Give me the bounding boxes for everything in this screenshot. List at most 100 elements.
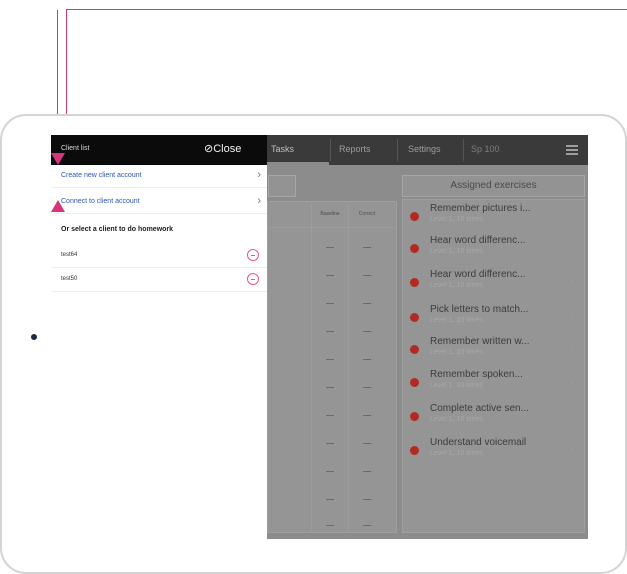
exercise-item[interactable]: Remember pictures i... Level 1, 10 times… bbox=[406, 203, 586, 233]
column-header-baseline[interactable]: Baseline bbox=[312, 211, 348, 217]
exercise-subtitle: Level 1, 10 times bbox=[430, 450, 483, 457]
chevron-right-icon: › bbox=[257, 195, 261, 207]
table-cell-dash bbox=[326, 303, 334, 304]
topbar-divider bbox=[330, 139, 331, 161]
table-cell-dash bbox=[363, 415, 371, 416]
exercise-subtitle: Level 1, 10 times bbox=[430, 317, 483, 324]
table-cell-dash bbox=[326, 443, 334, 444]
annotation-arrow-create bbox=[51, 153, 65, 165]
client-list-title: Client list bbox=[61, 145, 90, 152]
table-cell-dash bbox=[326, 415, 334, 416]
hamburger-menu-icon[interactable] bbox=[566, 145, 578, 157]
create-account-row[interactable]: Create new client account › bbox=[51, 165, 267, 188]
exercise-subtitle: Level 1, 10 times bbox=[430, 349, 483, 356]
chevron-right-icon: › bbox=[571, 312, 574, 321]
table-cell-dash bbox=[363, 331, 371, 332]
remove-exercise-icon[interactable] bbox=[410, 313, 419, 322]
exercise-subtitle: Level 1, 10 times bbox=[430, 382, 483, 389]
client-row[interactable]: test50 bbox=[51, 269, 267, 292]
task-table bbox=[267, 201, 397, 533]
table-cell-dash bbox=[326, 359, 334, 360]
chevron-right-icon: › bbox=[571, 377, 574, 386]
topbar-divider bbox=[463, 139, 464, 161]
remove-exercise-icon[interactable] bbox=[410, 212, 419, 221]
table-cell-dash bbox=[363, 387, 371, 388]
table-cell-dash bbox=[363, 247, 371, 248]
chevron-right-icon: › bbox=[571, 411, 574, 420]
table-column-divider bbox=[311, 201, 312, 533]
exercise-title: Understand voicemail bbox=[430, 437, 527, 448]
table-column-divider bbox=[348, 201, 349, 533]
search-field[interactable]: Sp 100 bbox=[471, 144, 500, 154]
assigned-exercises-header: Assigned exercises bbox=[402, 175, 585, 197]
exercise-item[interactable]: Understand voicemail Level 1, 10 times › bbox=[406, 437, 586, 467]
connect-account-row[interactable]: Connect to client account › bbox=[51, 191, 267, 214]
table-cell-dash bbox=[326, 499, 334, 500]
exercise-subtitle: Level 1, 10 times bbox=[430, 416, 483, 423]
client-name[interactable]: test64 bbox=[61, 252, 77, 258]
exercise-subtitle: Level 1, 10 times bbox=[430, 282, 483, 289]
exercise-item[interactable]: Hear word differenc... Level 1, 10 times… bbox=[406, 269, 586, 299]
exercise-title: Pick letters to match... bbox=[430, 304, 529, 315]
exercise-item[interactable]: Remember written w... Level 1, 10 times … bbox=[406, 336, 586, 366]
tab-settings[interactable]: Settings bbox=[408, 144, 441, 154]
exercise-subtitle: Level 1, 10 times bbox=[430, 216, 483, 223]
chevron-right-icon: › bbox=[571, 243, 574, 252]
exercise-item[interactable]: Pick letters to match... Level 1, 10 tim… bbox=[406, 304, 586, 334]
remove-exercise-icon[interactable] bbox=[410, 412, 419, 421]
annotation-arrow-connect bbox=[51, 200, 65, 212]
column-header-correct[interactable]: Correct bbox=[349, 211, 385, 217]
remove-exercise-icon[interactable] bbox=[410, 378, 419, 387]
table-cell-dash bbox=[363, 275, 371, 276]
table-cell-dash bbox=[363, 471, 371, 472]
table-header-divider bbox=[267, 227, 397, 228]
table-cell-dash bbox=[363, 499, 371, 500]
table-cell-dash bbox=[363, 443, 371, 444]
tab-tasks[interactable]: Tasks bbox=[271, 144, 294, 154]
tab-tasks-indicator bbox=[267, 162, 329, 165]
exercise-item[interactable]: Remember spoken... Level 1, 10 times › bbox=[406, 369, 586, 399]
chevron-right-icon: › bbox=[571, 344, 574, 353]
client-name[interactable]: test50 bbox=[61, 276, 77, 282]
exercise-title: Remember pictures i... bbox=[430, 203, 531, 214]
tasks-toolbar-button[interactable] bbox=[268, 175, 296, 197]
table-cell-dash bbox=[363, 359, 371, 360]
table-cell-dash bbox=[326, 275, 334, 276]
chevron-right-icon: › bbox=[571, 211, 574, 220]
camera-icon bbox=[31, 334, 37, 340]
exercise-title: Hear word differenc... bbox=[430, 235, 526, 246]
connect-account-link[interactable]: Connect to client account bbox=[61, 198, 140, 205]
exercise-title: Remember written w... bbox=[430, 336, 530, 347]
chevron-right-icon: › bbox=[571, 277, 574, 286]
exercise-subtitle: Level 1, 10 times bbox=[430, 248, 483, 255]
remove-exercise-icon[interactable] bbox=[410, 345, 419, 354]
create-account-link[interactable]: Create new client account bbox=[61, 172, 142, 179]
annotation-line-top bbox=[66, 9, 627, 10]
exercise-title: Complete active sen... bbox=[430, 403, 529, 414]
close-button[interactable]: ⊘Close bbox=[204, 142, 241, 155]
app-screen: Tasks Reports Settings Sp 100 Baseline C… bbox=[51, 135, 588, 539]
exercise-item[interactable]: Hear word differenc... Level 1, 10 times… bbox=[406, 235, 586, 265]
remove-exercise-icon[interactable] bbox=[410, 446, 419, 455]
select-client-label: Or select a client to do homework bbox=[61, 226, 174, 233]
client-row[interactable]: test64 bbox=[51, 245, 267, 268]
exercise-title: Remember spoken... bbox=[430, 369, 523, 380]
client-list-header: Client list ⊘Close bbox=[51, 135, 267, 165]
remove-exercise-icon[interactable] bbox=[410, 244, 419, 253]
exercise-title: Hear word differenc... bbox=[430, 269, 526, 280]
client-list-panel: Client list ⊘Close Create new client acc… bbox=[51, 135, 267, 539]
chevron-right-icon: › bbox=[257, 169, 261, 181]
table-cell-dash bbox=[363, 525, 371, 526]
table-cell-dash bbox=[326, 525, 334, 526]
tab-reports[interactable]: Reports bbox=[339, 144, 371, 154]
remove-client-icon[interactable] bbox=[247, 249, 259, 261]
table-cell-dash bbox=[326, 331, 334, 332]
exercise-item[interactable]: Complete active sen... Level 1, 10 times… bbox=[406, 403, 586, 433]
remove-exercise-icon[interactable] bbox=[410, 278, 419, 287]
table-cell-dash bbox=[326, 247, 334, 248]
topbar-divider bbox=[397, 139, 398, 161]
chevron-right-icon: › bbox=[571, 445, 574, 454]
remove-client-icon[interactable] bbox=[247, 273, 259, 285]
table-cell-dash bbox=[326, 387, 334, 388]
table-cell-dash bbox=[363, 303, 371, 304]
